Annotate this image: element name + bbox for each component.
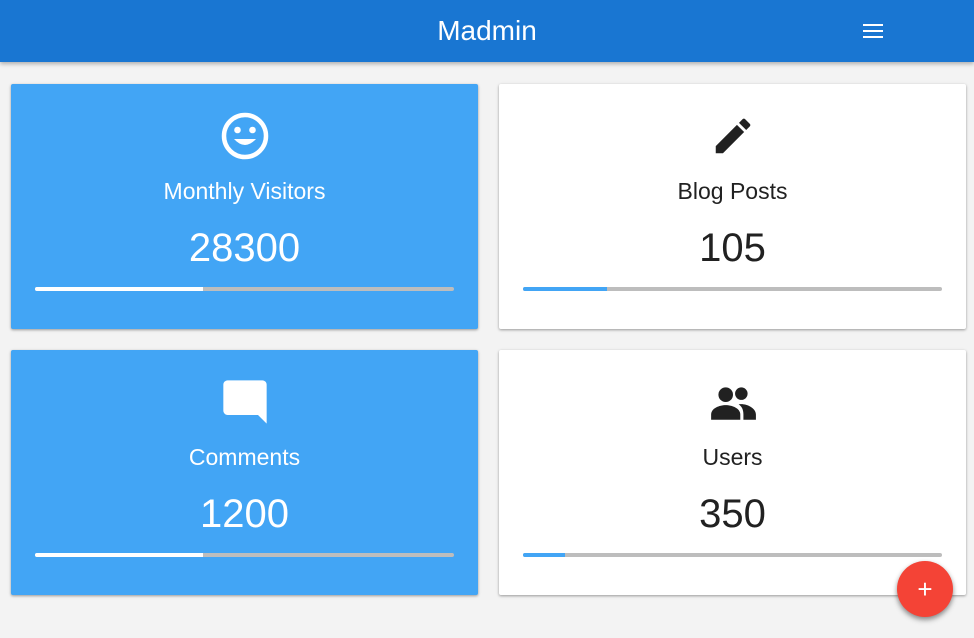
progress-bar	[523, 553, 942, 557]
card-title: Comments	[188, 444, 301, 470]
card-monthly-visitors: Monthly Visitors 28300	[11, 84, 478, 329]
add-icon: +	[917, 574, 933, 604]
people-icon	[710, 387, 756, 420]
progress-fill	[35, 287, 203, 291]
add-fab-button[interactable]: +	[897, 561, 953, 617]
card-users: Users 350	[499, 350, 966, 595]
smiley-face-icon	[221, 112, 268, 160]
card-value: 105	[699, 226, 766, 270]
card-value: 28300	[188, 226, 301, 270]
comment-icon	[222, 380, 267, 424]
progress-bar	[523, 287, 942, 291]
card-blog-posts: Blog Posts 105	[499, 84, 966, 329]
progress-fill	[523, 287, 607, 291]
card-title: Monthly Visitors	[163, 178, 326, 204]
pencil-icon	[715, 118, 750, 154]
card-value: 1200	[200, 492, 289, 536]
card-title: Blog Posts	[677, 178, 788, 204]
progress-fill	[35, 553, 203, 557]
card-comments: Comments 1200	[11, 350, 478, 595]
app-title: Madmin	[437, 15, 537, 46]
card-value: 350	[699, 492, 766, 536]
app-bar: Madmin	[0, 0, 974, 62]
menu-button[interactable]	[853, 11, 893, 51]
progress-bar	[35, 287, 454, 291]
menu-icon	[863, 24, 883, 38]
card-title: Users	[702, 444, 763, 470]
progress-bar	[35, 553, 454, 557]
progress-fill	[523, 553, 565, 557]
